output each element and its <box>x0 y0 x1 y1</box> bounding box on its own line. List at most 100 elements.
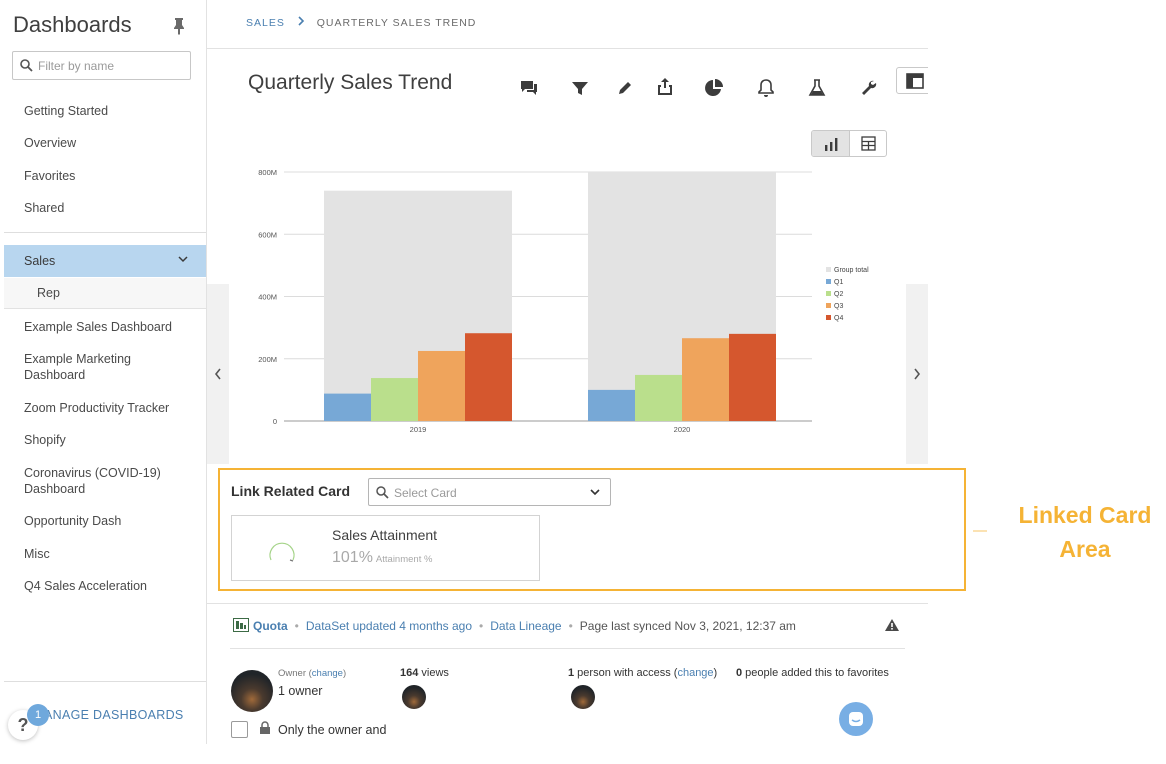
next-card-button[interactable] <box>906 284 928 464</box>
bar-q3 <box>682 338 729 421</box>
owner-avatar[interactable] <box>231 670 273 712</box>
access-label: person with access ( <box>574 667 678 679</box>
views-number: 164 <box>400 667 419 679</box>
sidebar-divider <box>4 681 206 682</box>
sidebar-item-overview[interactable]: Overview <box>24 135 194 151</box>
sidebar-subitem-label: Rep <box>37 286 60 300</box>
layout-icon <box>906 73 924 89</box>
sidebar-item-covid[interactable]: Coronavirus (COVID-19) Dashboard <box>24 465 164 497</box>
dataset-link[interactable]: Quota <box>253 619 288 633</box>
bar-q1 <box>324 393 371 421</box>
legend-swatch <box>826 315 831 320</box>
attainment-unit: Attainment % <box>375 554 433 565</box>
access-avatar[interactable] <box>571 685 595 709</box>
pencil-icon[interactable] <box>615 78 635 98</box>
owner-count: 1 owner <box>278 684 323 698</box>
page: Dashboards Getting Started Overview Favo… <box>0 0 1166 764</box>
sidebar-divider <box>4 232 206 233</box>
owner-change-link[interactable]: change <box>312 668 343 679</box>
chevron-down-icon[interactable] <box>178 256 188 263</box>
owner-label-end: ) <box>342 668 347 679</box>
sidebar: Dashboards Getting Started Overview Favo… <box>0 0 207 744</box>
views-label: views <box>418 667 449 679</box>
only-owner-checkbox[interactable] <box>231 721 248 738</box>
filter-icon[interactable] <box>570 78 590 98</box>
breadcrumb-sales[interactable]: SALES <box>246 17 285 29</box>
owner-label: Owner (change) <box>278 668 346 679</box>
access-end: ) <box>713 667 718 679</box>
filter-input[interactable] <box>38 57 186 75</box>
breadcrumb: SALES QUARTERLY SALES TREND <box>246 16 476 29</box>
share-icon[interactable] <box>655 76 675 96</box>
linked-card[interactable]: Sales Attainment 101% Attainment % <box>231 515 540 581</box>
linked-card-title: Sales Attainment <box>332 527 438 543</box>
chart-view-button[interactable] <box>812 131 850 156</box>
access-change-link[interactable]: change <box>677 667 713 679</box>
manage-dashboards-link[interactable]: ANAGE DASHBOARDS <box>44 708 184 722</box>
separator-dot: • <box>479 619 484 633</box>
search-icon <box>20 59 33 72</box>
filter-field[interactable] <box>12 51 191 80</box>
layout-button[interactable] <box>896 67 928 94</box>
sidebar-item-example-marketing[interactable]: Example Marketing Dashboard <box>24 351 154 383</box>
sidebar-item-opportunity[interactable]: Opportunity Dash <box>24 513 194 529</box>
chat-icon <box>849 712 863 726</box>
viewer-avatar[interactable] <box>402 685 426 709</box>
sidebar-item-zoom[interactable]: Zoom Productivity Tracker <box>24 400 194 416</box>
sidebar-item-getting-started[interactable]: Getting Started <box>24 103 194 119</box>
sidebar-item-sales[interactable]: Sales <box>4 245 206 277</box>
chevron-right-icon <box>914 368 921 380</box>
pin-icon[interactable] <box>172 17 186 35</box>
legend-label: Q2 <box>834 291 843 298</box>
previous-card-button[interactable] <box>207 284 229 464</box>
bar-chart-icon <box>825 138 838 151</box>
sidebar-item-shared[interactable]: Shared <box>24 200 194 216</box>
x-tick-label: 2020 <box>674 425 691 434</box>
chevron-right-icon <box>298 16 304 26</box>
lock-icon <box>260 721 270 734</box>
separator-dot: • <box>294 619 299 633</box>
bar-q4 <box>729 333 776 421</box>
bar-chart: 0 200M 400M 600M 800M 2019 2020 Group total Q1 Q2… <box>258 168 869 434</box>
chat-button[interactable] <box>839 702 873 736</box>
sidebar-item-shopify[interactable]: Shopify <box>24 432 194 448</box>
view-toggle <box>811 130 887 157</box>
pie-chart-icon[interactable] <box>704 78 724 98</box>
info-divider <box>207 603 928 604</box>
table-view-button[interactable] <box>850 131 886 156</box>
y-tick-label: 400M <box>258 293 277 302</box>
chevron-left-icon <box>214 368 221 380</box>
attainment-value: 101% <box>332 549 373 566</box>
dataset-updated-link[interactable]: DataSet updated 4 months ago <box>306 619 472 633</box>
bar-q1 <box>588 389 635 421</box>
sidebar-item-label: Sales <box>24 254 56 268</box>
legend-swatch <box>826 291 831 296</box>
sidebar-title: Dashboards <box>13 12 132 37</box>
gauge-icon <box>269 542 295 562</box>
sidebar-item-q4[interactable]: Q4 Sales Acceleration <box>24 578 194 594</box>
beaker-icon[interactable] <box>807 78 827 98</box>
comments-icon[interactable] <box>519 78 539 98</box>
bar-q2 <box>635 374 682 421</box>
bar-q3 <box>418 350 465 421</box>
favorites-label: people added this to favorites <box>742 667 889 679</box>
y-tick-label: 600M <box>258 230 277 239</box>
legend-label: Q1 <box>834 279 843 286</box>
sidebar-item-misc[interactable]: Misc <box>24 546 194 562</box>
info-divider <box>230 648 905 649</box>
only-owner-text: Only the owner and <box>278 723 387 737</box>
bell-icon[interactable] <box>756 78 776 98</box>
y-tick-label: 200M <box>258 355 277 364</box>
header-divider <box>207 48 928 49</box>
wrench-icon[interactable] <box>858 78 878 98</box>
sidebar-item-favorites[interactable]: Favorites <box>24 168 194 184</box>
legend-label: Q4 <box>834 315 843 322</box>
select-card-dropdown[interactable]: Select Card <box>368 478 611 506</box>
sidebar-item-example-sales[interactable]: Example Sales Dashboard <box>24 319 194 335</box>
x-tick-label: 2019 <box>410 425 427 434</box>
annotation-connector <box>973 530 987 532</box>
data-lineage-link[interactable]: Data Lineage <box>490 619 561 633</box>
warning-icon[interactable] <box>884 618 900 632</box>
legend-label: Q3 <box>834 303 843 310</box>
sidebar-subitem-rep[interactable]: Rep <box>4 278 206 309</box>
